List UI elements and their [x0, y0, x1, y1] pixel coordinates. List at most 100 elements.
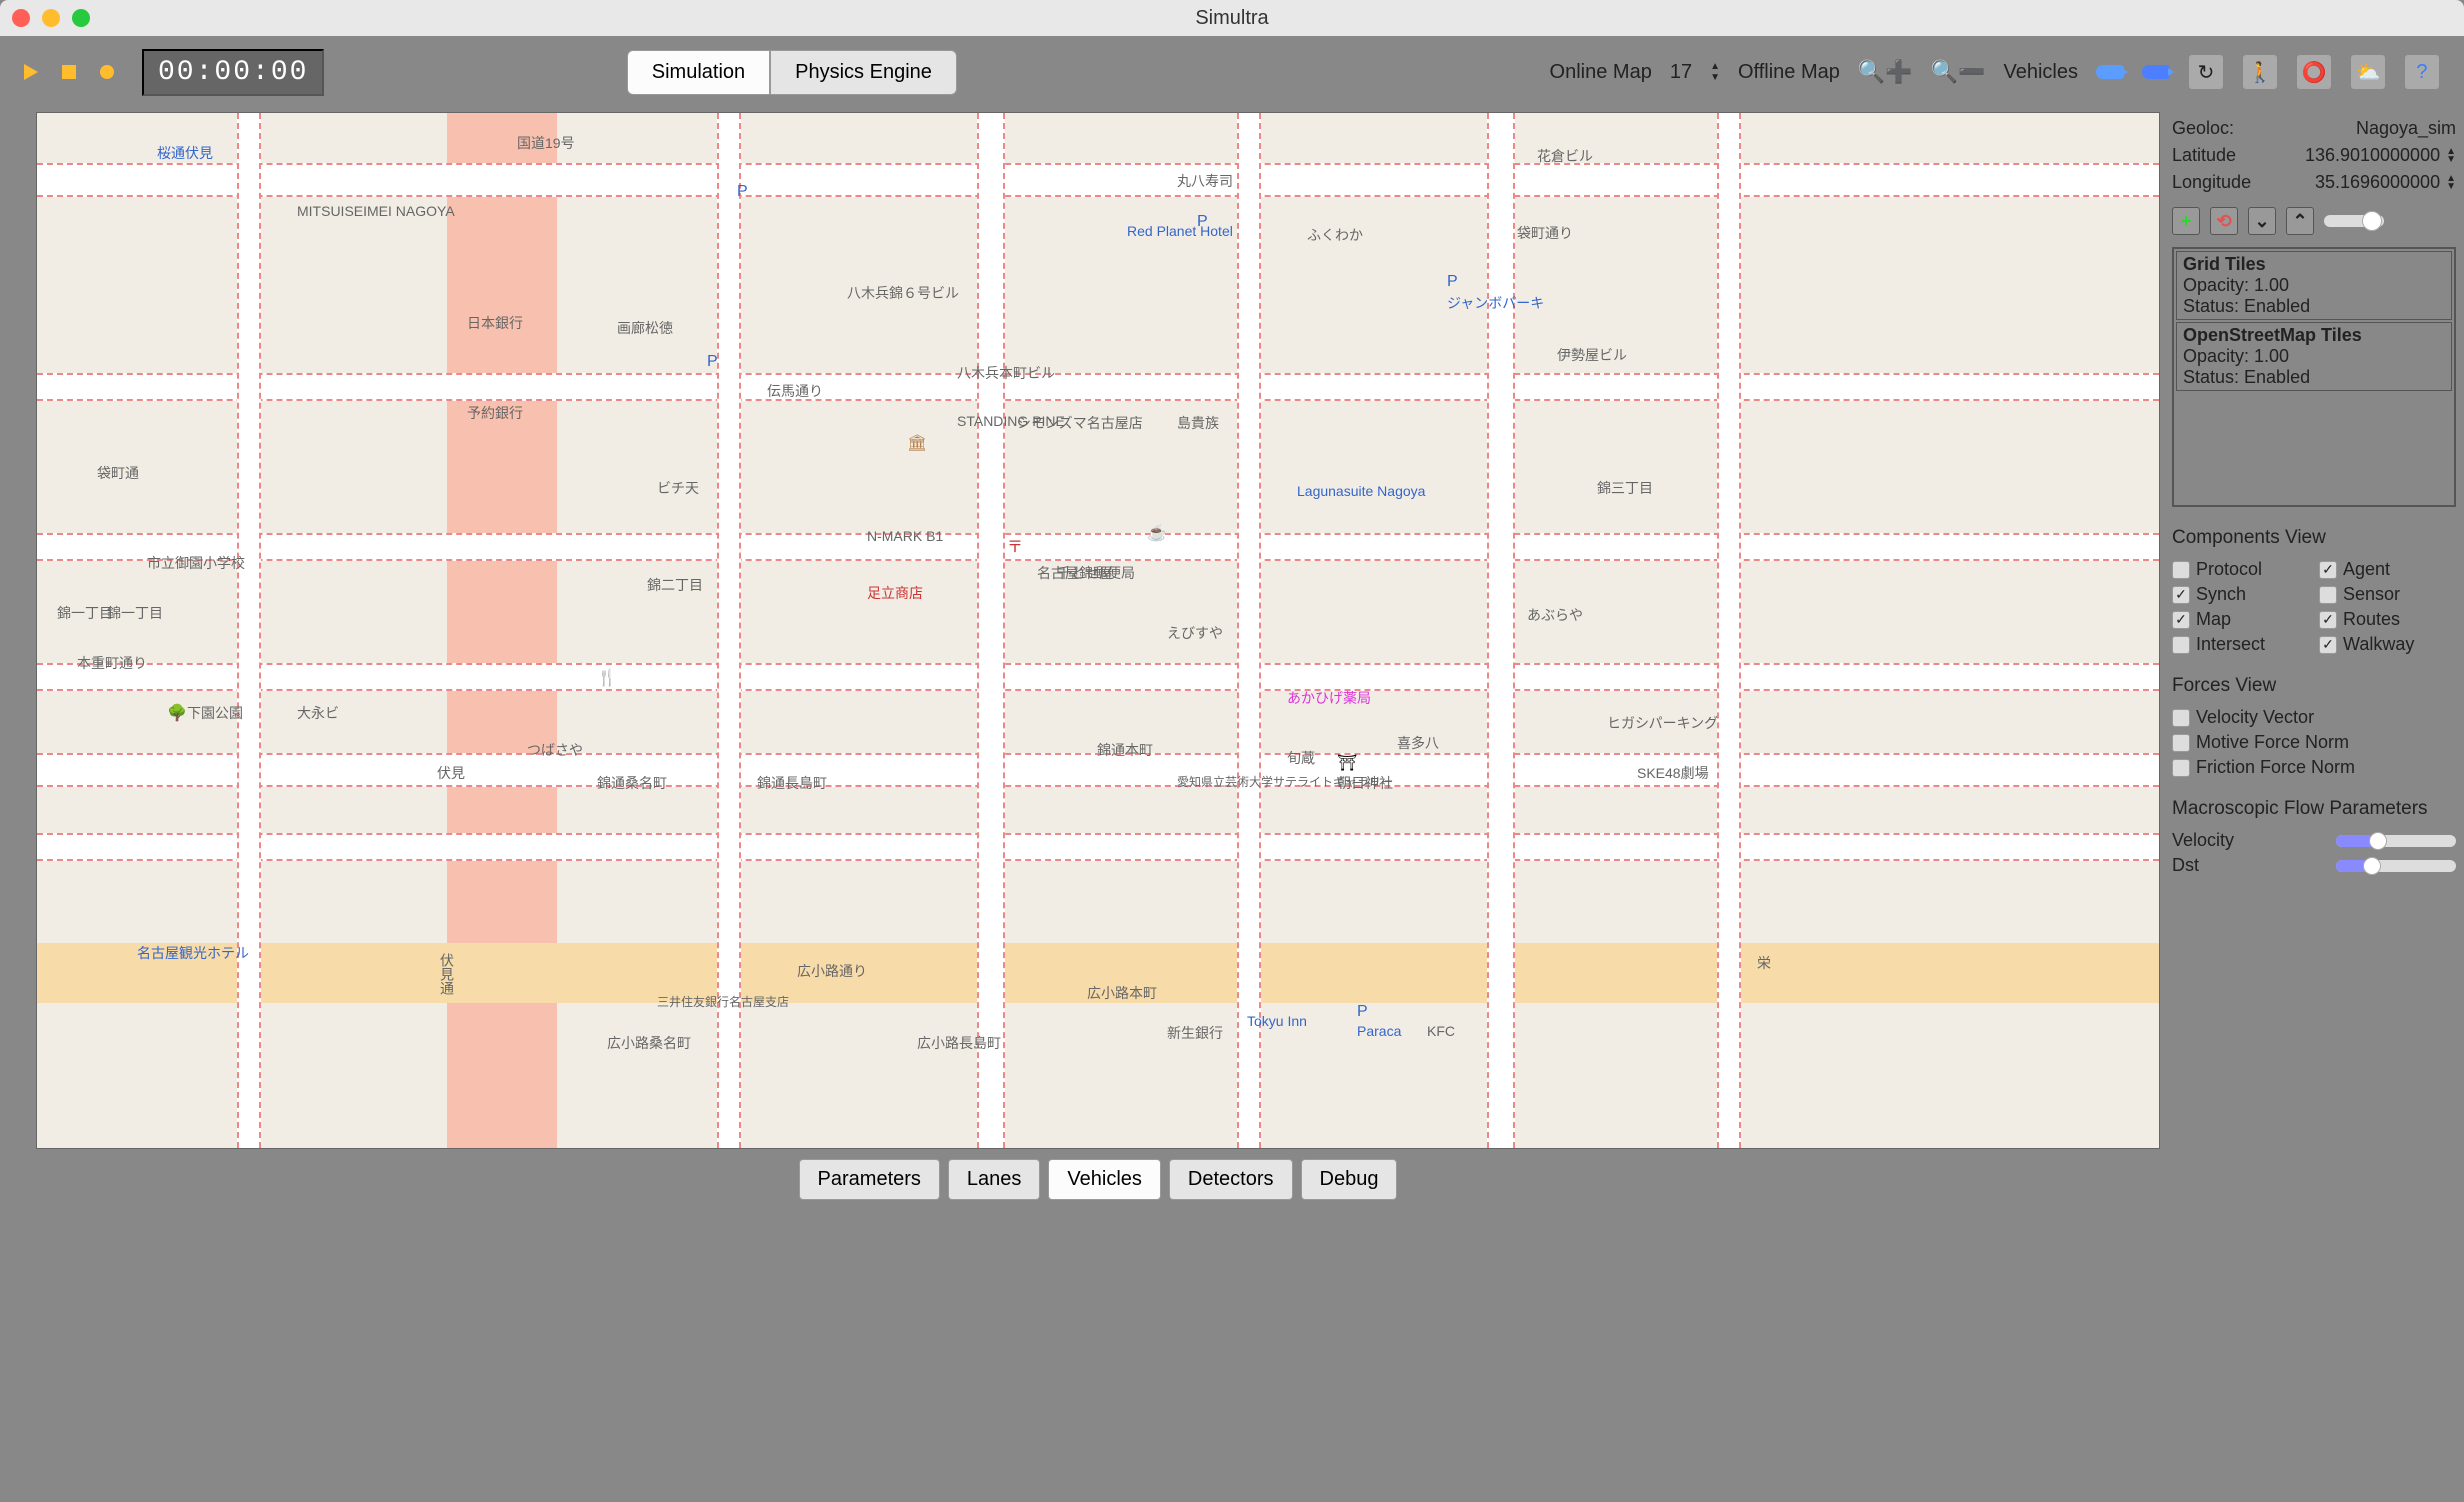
map-label: 花倉ビル: [1537, 146, 1593, 166]
timer-display: 00:00:00: [142, 49, 324, 96]
map-label: 栄: [1757, 953, 1771, 973]
zoom-out-icon[interactable]: 🔍➖: [1931, 59, 1986, 85]
component-check-routes[interactable]: Routes: [2319, 609, 2456, 630]
add-layer-button[interactable]: +: [2172, 207, 2200, 235]
cafe-icon: ☕: [1147, 523, 1167, 543]
checkbox[interactable]: [2319, 636, 2337, 654]
pedestrian-icon[interactable]: 🚶: [2242, 54, 2278, 90]
rotate-icon[interactable]: ↻: [2188, 54, 2224, 90]
map-label: 三井住友銀行名古屋支店: [657, 993, 789, 1010]
component-check-agent[interactable]: Agent: [2319, 559, 2456, 580]
sidebar: Geoloc: Nagoya_sim Latitude 136.90100000…: [2164, 108, 2464, 1502]
map-label: 桜通伏見: [157, 143, 213, 163]
map-label: 伏見: [437, 763, 465, 783]
window-minimize-button[interactable]: [42, 9, 60, 27]
checkbox[interactable]: [2172, 734, 2190, 752]
macro-velocity: Velocity: [2172, 830, 2456, 851]
tab-vehicles[interactable]: Vehicles: [1048, 1159, 1161, 1200]
layers-list[interactable]: Grid Tiles Opacity: 1.00 Status: Enabled…: [2172, 247, 2456, 507]
post-icon: 〒: [1007, 533, 1023, 557]
map-label: 喜多八: [1397, 733, 1439, 753]
checkbox[interactable]: [2172, 586, 2190, 604]
map-label: 伏見通: [437, 953, 457, 995]
parking-icon: P: [1197, 213, 1208, 231]
remove-layer-button[interactable]: ⟲: [2210, 207, 2238, 235]
map-label: 下園公園: [187, 703, 243, 723]
tab-lanes[interactable]: Lanes: [948, 1159, 1041, 1200]
checkbox[interactable]: [2172, 611, 2190, 629]
window-title: Simultra: [1195, 7, 1268, 30]
checkbox[interactable]: [2319, 611, 2337, 629]
longitude-stepper[interactable]: ▲▼: [2446, 175, 2456, 191]
tab-parameters[interactable]: Parameters: [799, 1159, 940, 1200]
online-map-stepper[interactable]: ▲▼: [1710, 61, 1720, 83]
map-label: Red Planet Hotel: [1127, 223, 1233, 239]
slider-velocity[interactable]: [2336, 835, 2456, 847]
tab-detectors[interactable]: Detectors: [1169, 1159, 1293, 1200]
checkbox[interactable]: [2172, 561, 2190, 579]
map-label: ジャンボパーキ: [1447, 293, 1544, 313]
window-close-button[interactable]: [12, 9, 30, 27]
tab-physics-engine[interactable]: Physics Engine: [770, 50, 957, 95]
map-label: シモンズマ名古屋店: [1017, 413, 1143, 433]
play-button[interactable]: [24, 64, 38, 80]
vehicle-type-2-icon[interactable]: [2142, 65, 2170, 79]
map-label: 名古屋観光ホテル: [137, 943, 249, 963]
checkbox[interactable]: [2172, 709, 2190, 727]
map-label: あぶらや: [1527, 605, 1583, 625]
vehicles-label: Vehicles: [2003, 61, 2078, 84]
component-check-sensor[interactable]: Sensor: [2319, 584, 2456, 605]
layer-down-button[interactable]: ⌄: [2248, 207, 2276, 235]
map-label: 広小路長島町: [917, 1033, 1001, 1053]
tab-debug[interactable]: Debug: [1301, 1159, 1398, 1200]
tab-simulation[interactable]: Simulation: [627, 50, 770, 95]
component-check-intersect[interactable]: Intersect: [2172, 634, 2309, 655]
map-label: 錦一丁目: [107, 603, 163, 623]
map-label: Paraca: [1357, 1023, 1401, 1039]
force-check-motive-force-norm[interactable]: Motive Force Norm: [2172, 732, 2456, 753]
shrine-icon: ⛩: [1337, 753, 1357, 773]
map-label: つばさや: [527, 740, 583, 760]
window-maximize-button[interactable]: [72, 9, 90, 27]
weather-icon[interactable]: ⛅: [2350, 54, 2386, 90]
map-label: ビチ天: [657, 478, 699, 498]
map-label: 旬蔵: [1287, 748, 1315, 768]
checkbox[interactable]: [2319, 586, 2337, 604]
layer-entry-osm[interactable]: OpenStreetMap Tiles Opacity: 1.00 Status…: [2176, 322, 2452, 391]
loop-icon[interactable]: ⭕: [2296, 54, 2332, 90]
layer-up-button[interactable]: ⌃: [2286, 207, 2314, 235]
checkbox[interactable]: [2319, 561, 2337, 579]
layer-opacity-slider[interactable]: [2324, 215, 2384, 227]
map-label: 新生銀行: [1167, 1023, 1223, 1043]
zoom-in-icon[interactable]: 🔍➕: [1858, 59, 1913, 85]
record-button[interactable]: [100, 65, 114, 79]
checkbox[interactable]: [2172, 759, 2190, 777]
help-icon[interactable]: ?: [2404, 54, 2440, 90]
checkbox[interactable]: [2172, 636, 2190, 654]
stop-button[interactable]: [62, 65, 76, 79]
map-label: 愛知県立芸術大学サテライトギャラリー: [1177, 773, 1393, 790]
force-check-friction-force-norm[interactable]: Friction Force Norm: [2172, 757, 2456, 778]
latitude-stepper[interactable]: ▲▼: [2446, 148, 2456, 164]
map-label: 国道19号: [517, 133, 575, 153]
map-label: MITSUISEIMEI NAGOYA: [297, 203, 455, 219]
parking-icon: P: [1447, 273, 1458, 291]
latitude-value: 136.9010000000: [2305, 145, 2440, 166]
vehicle-type-1-icon[interactable]: [2096, 65, 2124, 79]
map-label: 予約銀行: [467, 403, 523, 423]
component-check-synch[interactable]: Synch: [2172, 584, 2309, 605]
slider-dst[interactable]: [2336, 860, 2456, 872]
map-label: 八木兵錦６号ビル: [847, 283, 959, 303]
force-check-velocity-vector[interactable]: Velocity Vector: [2172, 707, 2456, 728]
map-canvas[interactable]: 桜通伏見 国道19号 Red Planet Hotel ジャンボパーキ Lagu…: [36, 112, 2160, 1149]
map-label: Tokyu Inn: [1247, 1013, 1307, 1029]
component-check-protocol[interactable]: Protocol: [2172, 559, 2309, 580]
component-check-walkway[interactable]: Walkway: [2319, 634, 2456, 655]
layer-entry-grid[interactable]: Grid Tiles Opacity: 1.00 Status: Enabled: [2176, 251, 2452, 320]
geoloc-label: Geoloc:: [2172, 118, 2234, 139]
restaurant-icon: 🍴: [597, 668, 617, 688]
map-label: KFC: [1427, 1023, 1455, 1039]
component-check-map[interactable]: Map: [2172, 609, 2309, 630]
map-label: 画廊松徳: [617, 318, 673, 338]
online-map-label: Online Map: [1550, 61, 1652, 84]
